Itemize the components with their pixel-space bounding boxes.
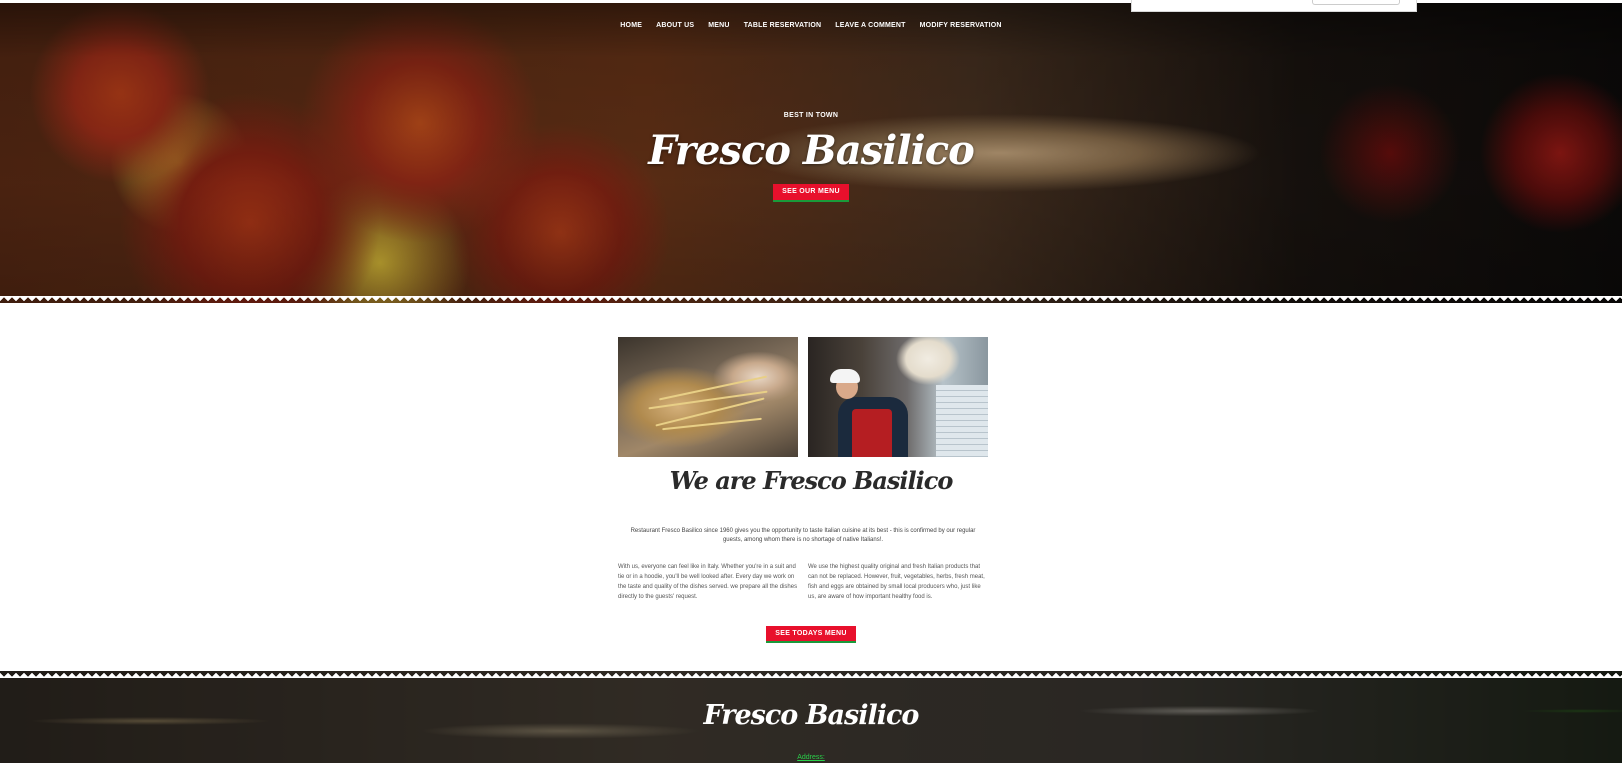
overlay-popup[interactable] (1131, 0, 1417, 12)
main-nav: HOME ABOUT US MENU TABLE RESERVATION LEA… (0, 19, 1622, 33)
nav-about-us[interactable]: ABOUT US (649, 19, 701, 33)
hero-zigzag-divider (0, 296, 1622, 303)
footer-address-link[interactable]: Address: (0, 753, 1622, 763)
about-section: We are Fresco Basilico Restaurant Fresco… (0, 303, 1622, 671)
hero-title: Fresco Basilico (648, 127, 975, 174)
nav-modify-reservation[interactable]: MODIFY RESERVATION (913, 19, 1009, 33)
hero-content: BEST IN TOWN Fresco Basilico SEE OUR MEN… (0, 111, 1622, 202)
nav-menu[interactable]: MENU (701, 19, 736, 33)
footer-section: Fresco Basilico Address: (0, 671, 1622, 763)
nav-home[interactable]: HOME (613, 19, 649, 33)
about-lead-text: Restaurant Fresco Basilico since 1960 gi… (630, 528, 976, 543)
pasta-making-photo (618, 337, 798, 457)
popup-input[interactable] (1312, 0, 1400, 5)
footer-logo-title: Fresco Basilico (703, 700, 920, 731)
pizza-chef-photo (808, 337, 988, 457)
about-column-left: With us, everyone can feel like in Italy… (618, 564, 798, 600)
see-todays-menu-button[interactable]: SEE TODAYS MENU (766, 626, 856, 643)
about-title: We are Fresco Basilico (669, 466, 954, 495)
about-photos (618, 337, 988, 457)
hero-section: HOME ABOUT US MENU TABLE RESERVATION LEA… (0, 3, 1622, 303)
nav-table-reservation[interactable]: TABLE RESERVATION (737, 19, 829, 33)
see-our-menu-button[interactable]: SEE OUR MENU (773, 184, 849, 202)
hero-kicker: BEST IN TOWN (783, 112, 839, 119)
footer-zigzag-divider (0, 671, 1622, 678)
nav-leave-a-comment[interactable]: LEAVE A COMMENT (828, 19, 912, 33)
about-column-right: We use the highest quality original and … (808, 564, 985, 600)
